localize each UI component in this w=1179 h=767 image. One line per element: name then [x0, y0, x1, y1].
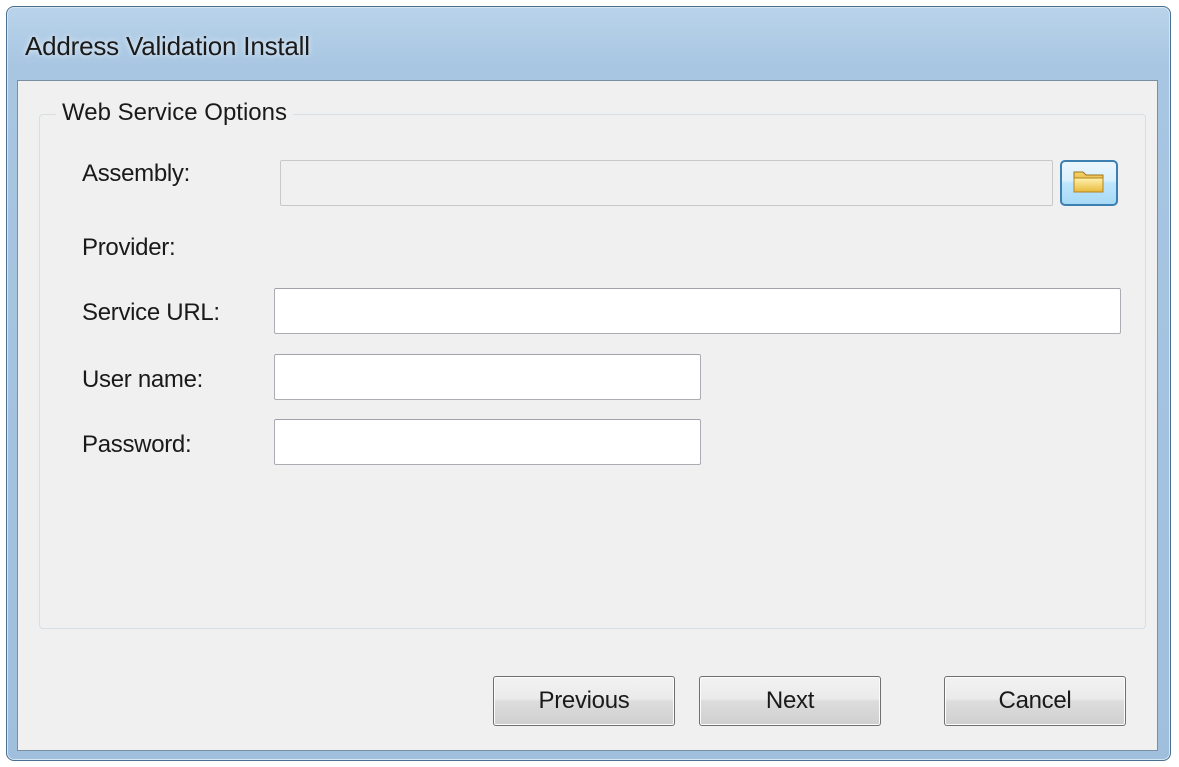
password-field[interactable]	[274, 419, 701, 465]
user-name-field[interactable]	[274, 354, 701, 400]
next-button[interactable]: Next	[699, 676, 881, 726]
user-name-label: User name:	[82, 366, 204, 393]
dialog-client-area: Web Service Options Assembly: Provider: …	[17, 80, 1158, 751]
provider-label: Provider:	[82, 234, 176, 261]
title-bar[interactable]: Address Validation Install	[7, 7, 1170, 79]
browse-assembly-button[interactable]	[1060, 160, 1118, 206]
folder-icon	[1072, 168, 1106, 199]
assembly-field	[280, 160, 1053, 206]
assembly-label: Assembly:	[82, 160, 190, 187]
window-title: Address Validation Install	[25, 31, 310, 61]
password-label: Password:	[82, 431, 192, 458]
installer-window: Address Validation Install Web Service O…	[6, 6, 1171, 761]
service-url-label: Service URL:	[82, 299, 220, 326]
service-url-field[interactable]	[274, 288, 1121, 334]
previous-button[interactable]: Previous	[493, 676, 675, 726]
group-legend: Web Service Options	[56, 99, 293, 127]
cancel-button[interactable]: Cancel	[944, 676, 1126, 726]
